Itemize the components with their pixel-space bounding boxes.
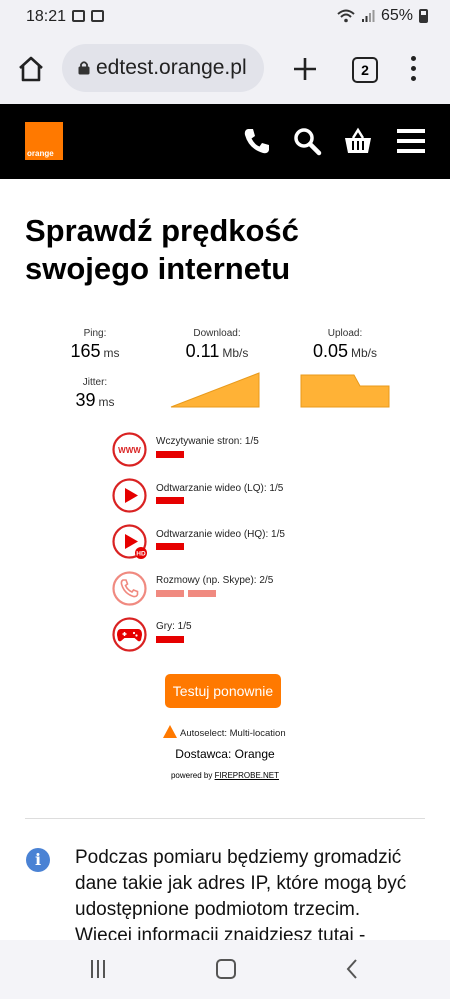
gamepad-icon [112, 617, 147, 652]
battery-percent: 65% [380, 7, 413, 24]
jitter-label: Jitter: [82, 377, 108, 388]
privacy-info-text: Podczas pomiaru będziemy gromadzić dane … [75, 847, 407, 946]
status-bar: 18:21 65% [0, 0, 450, 34]
browser-toolbar: edtest.orange.pl 2 [0, 34, 450, 104]
tab-switcher-button[interactable]: 2 [352, 57, 378, 83]
upload-label: Upload: [327, 328, 363, 339]
recent-apps-button[interactable] [91, 960, 109, 978]
status-right: 65% [337, 7, 428, 25]
battery-icon [419, 9, 428, 23]
status-time: 18:21 [26, 8, 67, 25]
overflow-menu-icon[interactable] [409, 56, 417, 84]
warning-triangle-icon [163, 725, 177, 738]
site-header: orange [0, 104, 450, 179]
back-button[interactable] [343, 958, 361, 980]
wifi-icon [337, 9, 355, 23]
retest-button[interactable]: Testuj ponownie [165, 674, 281, 708]
quality-score-bar [156, 636, 184, 643]
info-icon: i [26, 848, 50, 872]
divider [25, 818, 425, 819]
lock-icon [78, 61, 90, 75]
quality-score-bar [188, 590, 216, 597]
phone-call-icon [112, 571, 147, 606]
basket-icon[interactable] [343, 126, 373, 156]
quality-label-web: Wczytywanie stron: 1/5 [156, 436, 259, 447]
quality-label-video-hq: Odtwarzanie wideo (HQ): 1/5 [156, 529, 285, 540]
quality-score-bar [156, 590, 184, 597]
www-icon: WWW [112, 432, 147, 467]
quality-score-bar [156, 497, 184, 504]
orange-logo[interactable]: orange [25, 122, 63, 160]
system-nav-bar [0, 940, 450, 999]
autoselect-server[interactable]: Autoselect: Multi-location [163, 725, 286, 739]
url-text: edtest.orange.pl [96, 56, 247, 79]
fireprobe-link[interactable]: FIREPROBE.NET [215, 771, 279, 780]
play-icon [112, 478, 147, 513]
search-icon[interactable] [292, 126, 322, 156]
quality-score-bar [156, 451, 184, 458]
phone-icon[interactable] [242, 126, 272, 156]
page-title: Sprawdź prędkość swojego internetu [25, 213, 299, 286]
svg-text:WWW: WWW [118, 446, 141, 455]
provider-text: Dostawca: Orange [175, 747, 275, 761]
new-tab-icon[interactable] [292, 56, 318, 82]
home-button[interactable] [216, 959, 236, 979]
download-graph [170, 372, 260, 408]
jitter-value: 39 ms [75, 390, 115, 410]
svg-text:HD: HD [136, 551, 146, 558]
home-icon[interactable] [16, 54, 46, 84]
ping-value: 165 ms [70, 341, 120, 361]
notification-icons [72, 10, 104, 22]
quality-label-video-lq: Odtwarzanie wideo (LQ): 1/5 [156, 483, 284, 494]
news-icon [91, 10, 104, 22]
gallery-icon [72, 10, 85, 22]
download-label: Download: [193, 328, 241, 339]
powered-by: powered by FIREPROBE.NET [170, 771, 280, 780]
quality-label-calls: Rozmowy (np. Skype): 2/5 [156, 575, 274, 586]
quality-label-games: Gry: 1/5 [156, 621, 192, 632]
hamburger-menu-icon[interactable] [396, 126, 426, 156]
upload-graph [300, 374, 390, 408]
upload-value: 0.05 Mb/s [312, 341, 378, 361]
play-hd-icon: HD [112, 524, 147, 559]
address-bar[interactable]: edtest.orange.pl [62, 44, 264, 92]
signal-icon [361, 10, 375, 22]
quality-score-bar [156, 543, 184, 550]
download-value: 0.11 Mb/s [185, 341, 249, 361]
ping-label: Ping: [83, 328, 107, 339]
